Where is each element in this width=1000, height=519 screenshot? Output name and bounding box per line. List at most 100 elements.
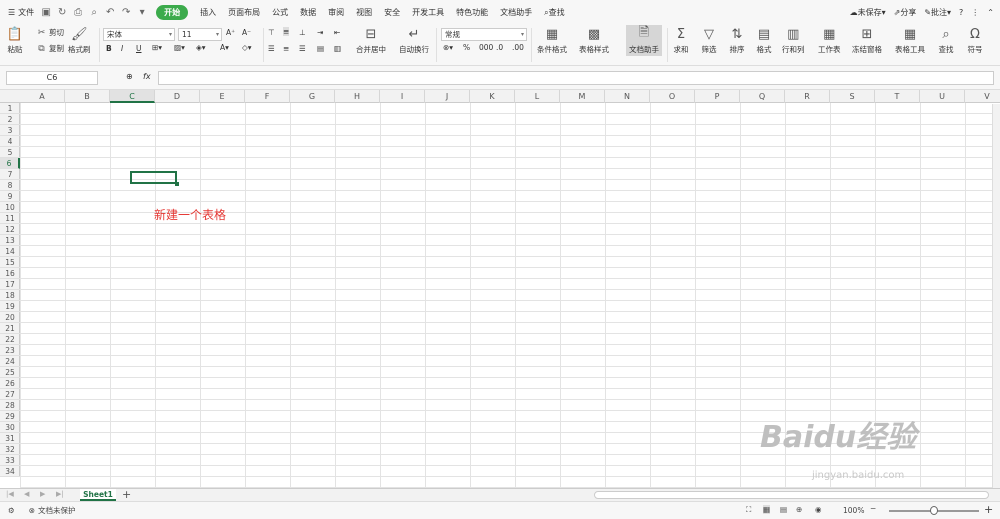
row-header-15[interactable]: 15 xyxy=(0,257,20,268)
row-header-17[interactable]: 17 xyxy=(0,279,20,290)
save-icon[interactable]: ▣ xyxy=(39,5,53,19)
currency-icon[interactable]: ⊗▾ xyxy=(443,43,453,52)
preview-icon[interactable]: ⌕ xyxy=(87,5,101,19)
dropdown-icon[interactable]: ▾ xyxy=(135,5,149,19)
collapse-icon[interactable]: ⌃ xyxy=(987,8,994,17)
underline-button[interactable]: U xyxy=(136,44,142,53)
sum-button[interactable]: Σ 求和 xyxy=(672,26,690,55)
row-header-23[interactable]: 23 xyxy=(0,345,20,356)
sort-button[interactable]: ⇅ 排序 xyxy=(728,26,746,55)
font-grow-icon[interactable]: A⁺ xyxy=(226,28,235,37)
row-header-32[interactable]: 32 xyxy=(0,444,20,455)
fullscreen-icon[interactable]: ⛶ xyxy=(746,505,751,515)
thousands-icon[interactable]: 000 xyxy=(479,43,493,52)
row-header-30[interactable]: 30 xyxy=(0,422,20,433)
column-header-i[interactable]: I xyxy=(380,90,425,103)
undo-icon[interactable]: ↶ xyxy=(103,5,117,19)
sheet-tab[interactable]: Sheet1 xyxy=(80,489,116,501)
merge-center-button[interactable]: ⊟ 合并居中 xyxy=(356,26,386,55)
row-header-11[interactable]: 11 xyxy=(0,213,20,224)
row-header-26[interactable]: 26 xyxy=(0,378,20,389)
percent-icon[interactable]: % xyxy=(463,43,470,52)
zoom-slider-knob[interactable] xyxy=(930,506,938,515)
doc-helper-button[interactable]: 🗎 文档助手 xyxy=(626,25,662,56)
font-color-icon[interactable]: A▾ xyxy=(220,43,229,52)
unsaved-button[interactable]: ☁未保存▾ xyxy=(850,7,886,18)
column-header-b[interactable]: B xyxy=(65,90,110,103)
column-header-s[interactable]: S xyxy=(830,90,875,103)
file-menu[interactable]: ☰ 文件 xyxy=(8,7,34,18)
align-left-icon[interactable]: ☰ xyxy=(268,44,275,53)
prev-sheet-icon[interactable]: ◀ xyxy=(24,490,29,498)
column-header-l[interactable]: L xyxy=(515,90,560,103)
tab-data[interactable]: 数据 xyxy=(300,7,316,18)
column-header-k[interactable]: K xyxy=(470,90,515,103)
column-header-a[interactable]: A xyxy=(20,90,65,103)
align-right-icon[interactable]: ☰ xyxy=(299,44,306,53)
clear-format-icon[interactable]: ◇▾ xyxy=(242,43,252,52)
bold-button[interactable]: B xyxy=(106,44,112,53)
row-header-16[interactable]: 16 xyxy=(0,268,20,279)
indent-icon[interactable]: ⇥ xyxy=(317,28,323,37)
wrap-text-button[interactable]: ↵ 自动换行 xyxy=(399,26,429,55)
tab-view[interactable]: 视图 xyxy=(356,7,372,18)
more-icon[interactable]: ⋮ xyxy=(971,8,979,17)
column-header-c[interactable]: C xyxy=(110,90,155,103)
align-center-icon[interactable]: ≡ xyxy=(283,44,289,53)
macro-icon[interactable]: ⚙ xyxy=(8,506,15,515)
row-header-25[interactable]: 25 xyxy=(0,367,20,378)
font-size-select[interactable]: 11 ▾ xyxy=(178,28,222,41)
row-header-1[interactable]: 1 xyxy=(0,103,20,114)
outdent-icon[interactable]: ⇤ xyxy=(334,28,340,37)
freeze-panes-button[interactable]: ⊞ 冻结窗格 xyxy=(852,26,882,55)
redo-icon[interactable]: ↷ xyxy=(119,5,133,19)
font-shrink-icon[interactable]: A⁻ xyxy=(242,28,251,37)
page-break-icon[interactable]: ▤ xyxy=(780,505,787,514)
column-header-h[interactable]: H xyxy=(335,90,380,103)
row-header-4[interactable]: 4 xyxy=(0,136,20,147)
vertical-scrollbar[interactable] xyxy=(992,104,1000,488)
paste-button[interactable]: 📋 粘贴 xyxy=(6,26,24,55)
font-family-select[interactable]: 宋体 ▾ xyxy=(103,28,175,41)
export-icon[interactable]: ↻ xyxy=(55,5,69,19)
border-icon[interactable]: ⊞▾ xyxy=(152,43,162,52)
column-header-r[interactable]: R xyxy=(785,90,830,103)
italic-button[interactable]: I xyxy=(121,44,123,53)
row-header-28[interactable]: 28 xyxy=(0,400,20,411)
decrease-decimal-icon[interactable]: .00 xyxy=(512,43,524,52)
search-button[interactable]: ⌕查找 xyxy=(544,7,564,18)
conditional-format-button[interactable]: ▦ 条件格式 xyxy=(537,26,567,55)
row-header-33[interactable]: 33 xyxy=(0,455,20,466)
row-header-5[interactable]: 5 xyxy=(0,147,20,158)
increase-decimal-icon[interactable]: .0 xyxy=(496,43,503,52)
column-header-d[interactable]: D xyxy=(155,90,200,103)
column-header-n[interactable]: N xyxy=(605,90,650,103)
eye-icon[interactable]: ◉ xyxy=(815,505,822,514)
row-header-12[interactable]: 12 xyxy=(0,224,20,235)
row-header-10[interactable]: 10 xyxy=(0,202,20,213)
cut-button[interactable]: ✂ 剪切 xyxy=(36,27,64,38)
format-painter-button[interactable]: 🖌 格式刷 xyxy=(68,26,91,55)
tab-review[interactable]: 审阅 xyxy=(328,7,344,18)
fx-icon[interactable]: fx xyxy=(143,72,151,81)
row-header-18[interactable]: 18 xyxy=(0,290,20,301)
row-header-21[interactable]: 21 xyxy=(0,323,20,334)
number-format-select[interactable]: 常规 ▾ xyxy=(441,28,527,41)
column-header-g[interactable]: G xyxy=(290,90,335,103)
column-header-p[interactable]: P xyxy=(695,90,740,103)
column-header-j[interactable]: J xyxy=(425,90,470,103)
find-button[interactable]: ⌕ 查找 xyxy=(937,26,955,55)
justify-icon[interactable]: ▤ xyxy=(317,44,324,53)
column-header-t[interactable]: T xyxy=(875,90,920,103)
align-middle-icon[interactable]: ≡ xyxy=(283,27,290,36)
zoom-level[interactable]: 100% xyxy=(843,506,864,515)
column-header-o[interactable]: O xyxy=(650,90,695,103)
row-header-22[interactable]: 22 xyxy=(0,334,20,345)
filter-button[interactable]: ▽ 筛选 xyxy=(700,26,718,55)
column-header-f[interactable]: F xyxy=(245,90,290,103)
first-sheet-icon[interactable]: |◀ xyxy=(6,490,14,498)
tab-page-layout[interactable]: 页面布局 xyxy=(228,7,260,18)
align-bottom-icon[interactable]: ⊥ xyxy=(299,28,306,37)
align-top-icon[interactable]: ⊤ xyxy=(268,28,275,37)
row-header-27[interactable]: 27 xyxy=(0,389,20,400)
